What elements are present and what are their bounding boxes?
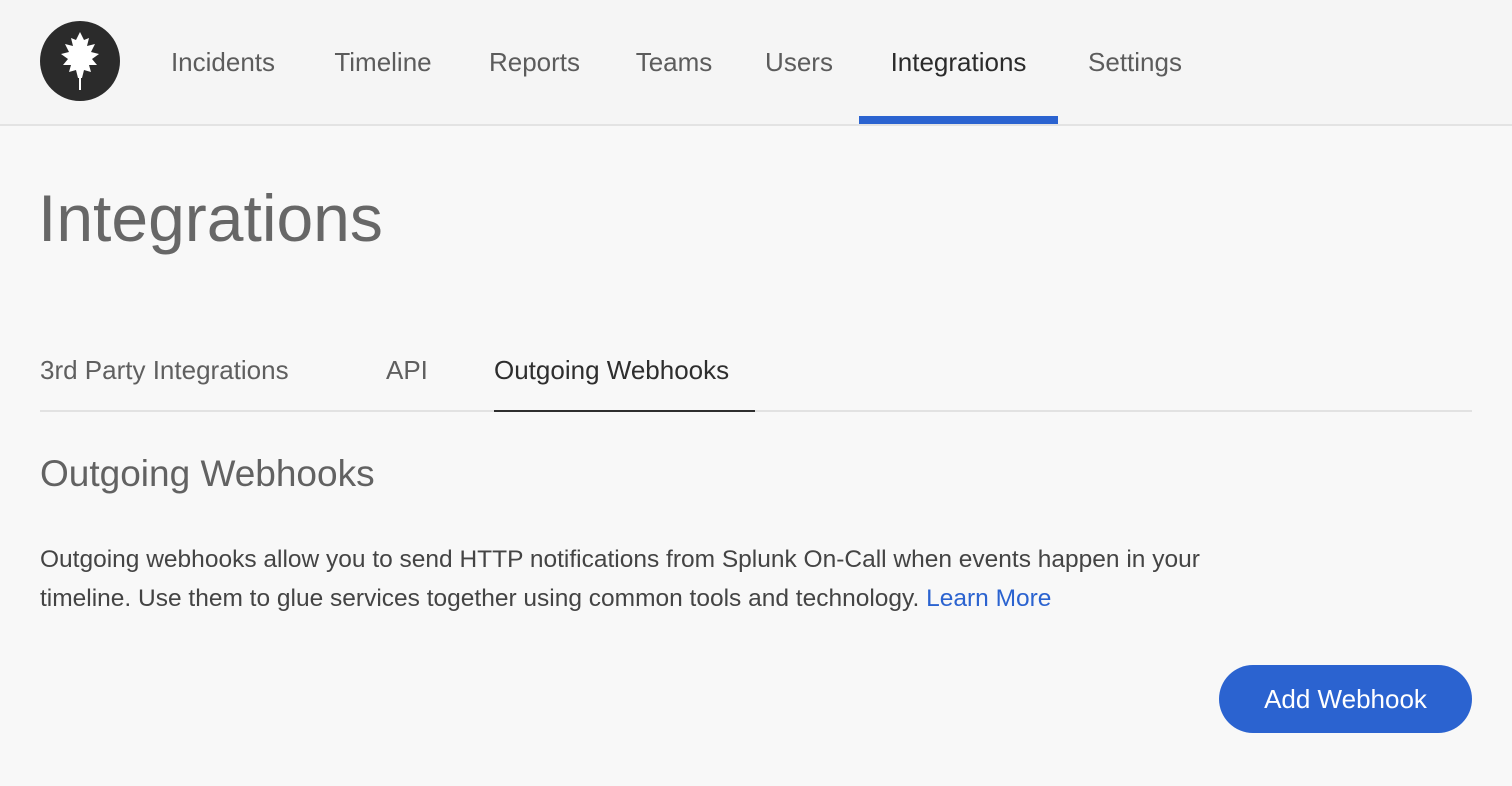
section-title: Outgoing Webhooks [40, 453, 375, 494]
nav-timeline[interactable]: Timeline [330, 0, 436, 124]
leaf-icon [61, 32, 99, 90]
tab-3rd-party-integrations[interactable]: 3rd Party Integrations [40, 330, 289, 410]
nav-users[interactable]: Users [763, 0, 835, 124]
tab-api[interactable]: API [386, 330, 428, 410]
page-title: Integrations [38, 181, 383, 255]
nav-label: Integrations [890, 46, 1027, 77]
nav-label: Teams [635, 46, 713, 77]
nav-settings[interactable]: Settings [1083, 0, 1187, 124]
tab-label: API [386, 354, 428, 385]
integrations-tabs: 3rd Party Integrations API Outgoing Webh… [40, 330, 1472, 412]
tab-label: 3rd Party Integrations [40, 354, 289, 385]
nav-label: Users [765, 46, 833, 77]
nav-label: Settings [1088, 46, 1182, 77]
nav-label: Timeline [334, 46, 432, 77]
section-description: Outgoing webhooks allow you to send HTTP… [40, 540, 1460, 618]
nav-reports[interactable]: Reports [484, 0, 585, 124]
nav-label: Incidents [170, 46, 276, 77]
nav-label: Reports [488, 46, 581, 77]
nav-incidents[interactable]: Incidents [164, 0, 282, 124]
description-line-1: Outgoing webhooks allow you to send HTTP… [40, 546, 1200, 573]
splunk-oncall-logo[interactable] [40, 21, 120, 101]
tab-label: Outgoing Webhooks [494, 354, 730, 385]
tab-outgoing-webhooks[interactable]: Outgoing Webhooks [494, 330, 755, 412]
top-navigation: Incidents Timeline Reports Teams Users I… [0, 0, 1512, 126]
nav-integrations[interactable]: Integrations [859, 0, 1058, 124]
nav-teams[interactable]: Teams [633, 0, 715, 124]
description-line-2: timeline. Use them to glue services toge… [40, 585, 920, 612]
learn-more-link[interactable]: Learn More [926, 585, 1051, 612]
add-webhook-button[interactable]: Add Webhook [1219, 665, 1472, 733]
